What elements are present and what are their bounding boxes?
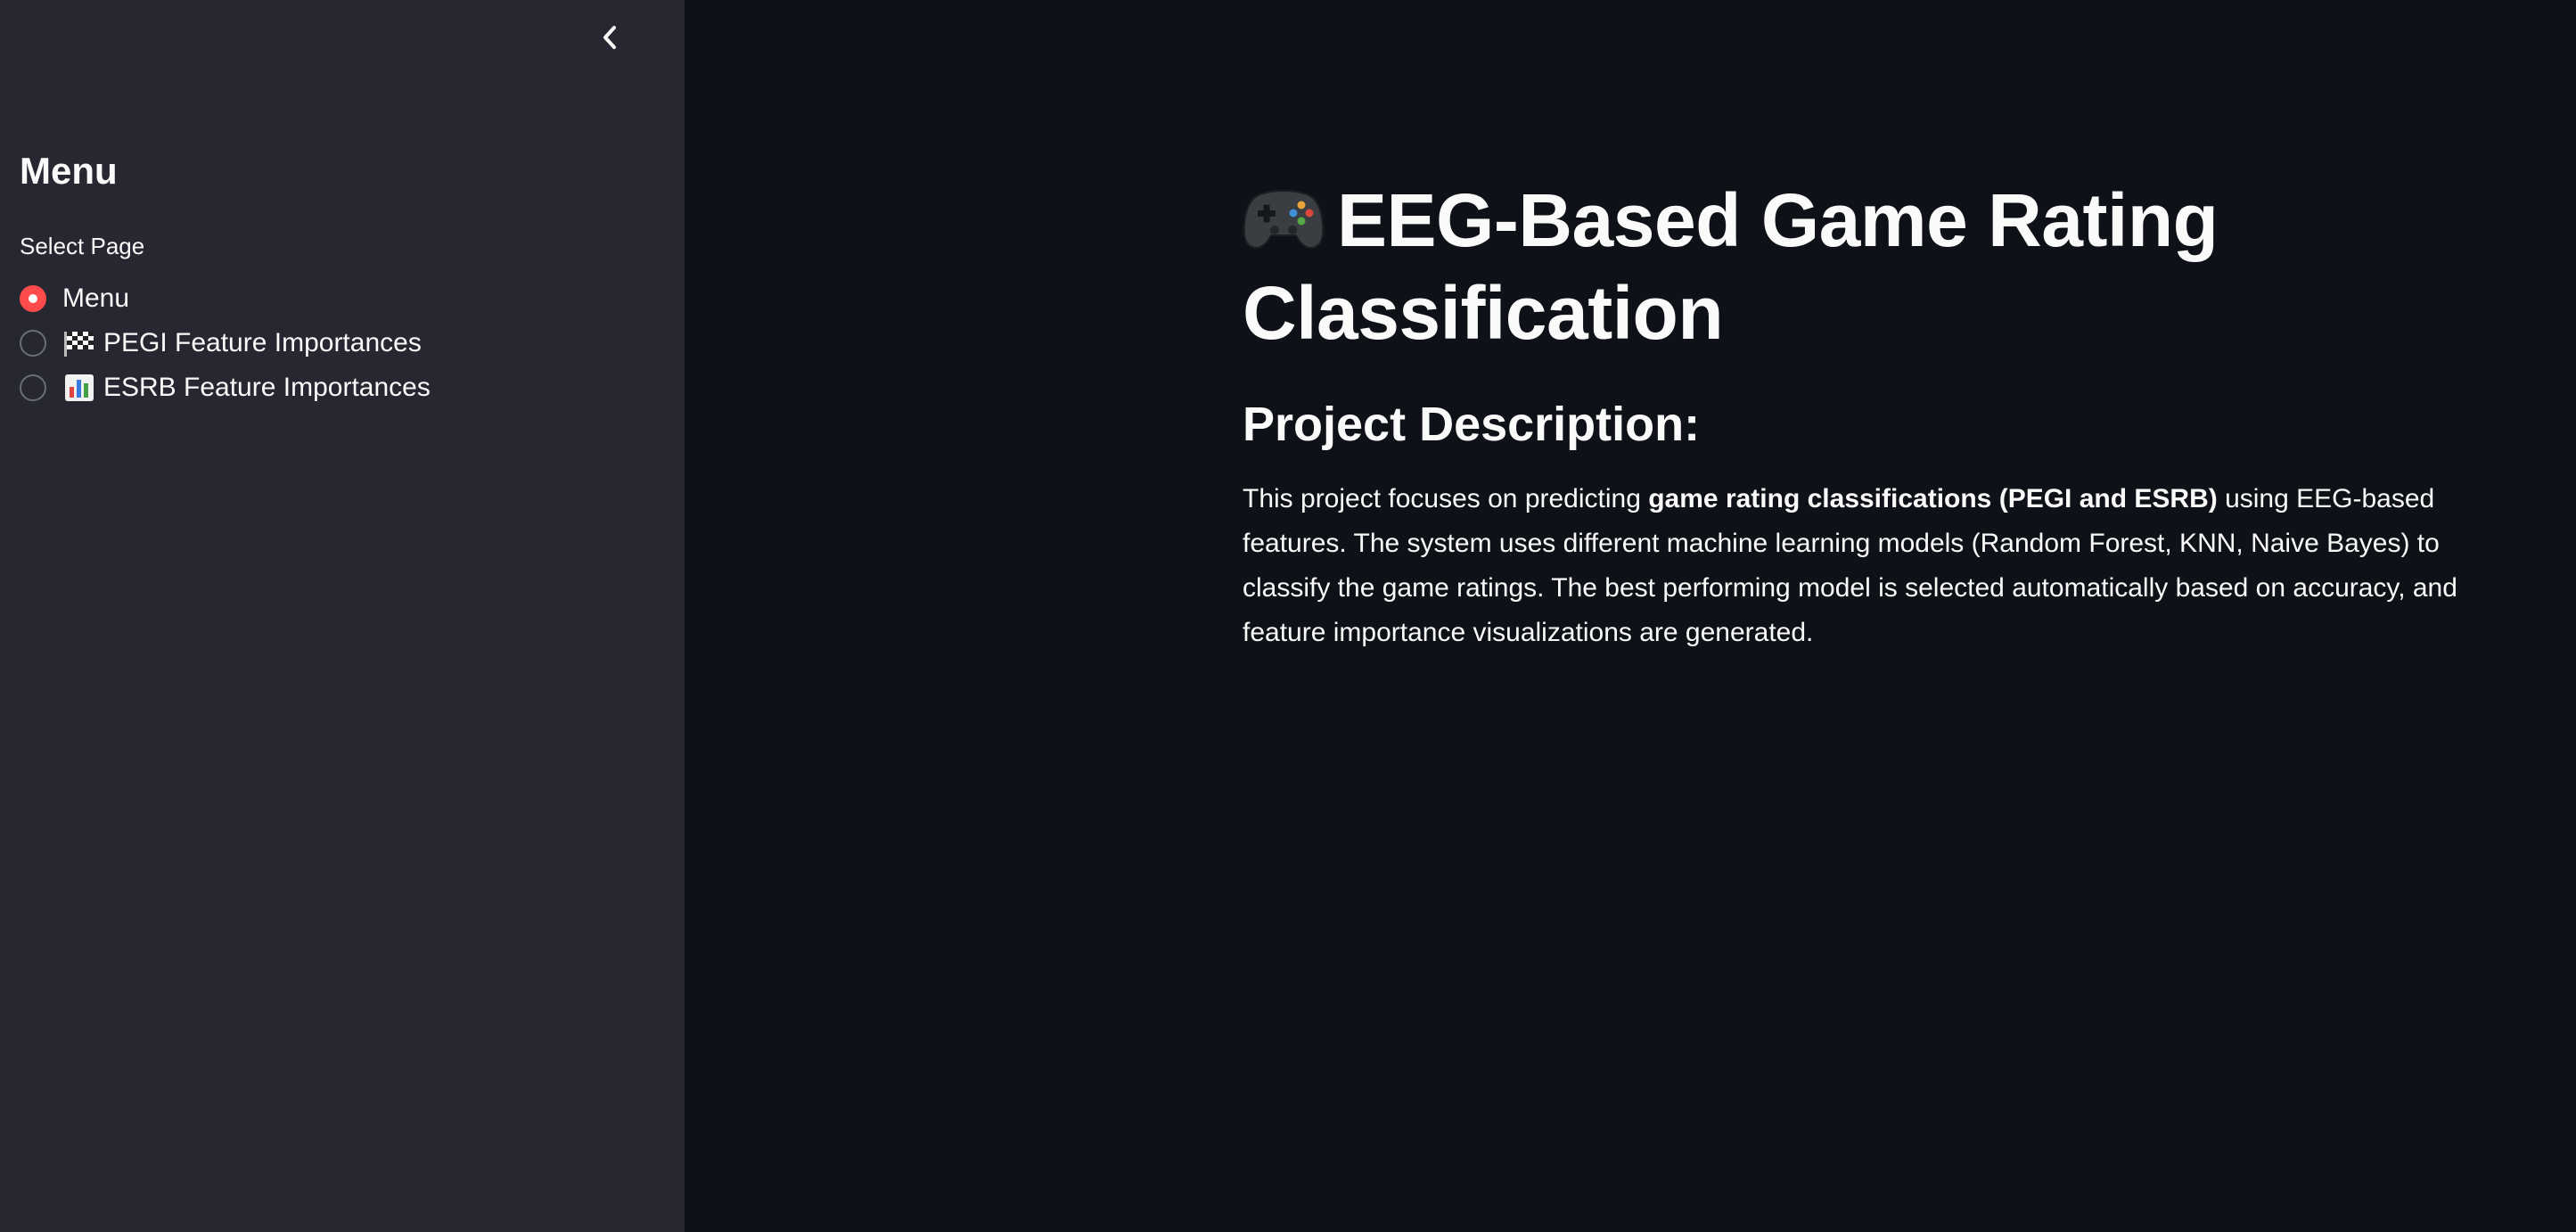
- project-description: This project focuses on predicting game …: [1243, 484, 2457, 647]
- page-radio-group: Menu PEGI Feature Importances ESRB Featu…: [20, 276, 431, 410]
- radio-option-label: PEGI Feature Importances: [62, 328, 422, 358]
- gamepad-icon: [1243, 190, 1325, 250]
- radio-button-checked[interactable]: [20, 285, 46, 312]
- radio-option-pegi[interactable]: PEGI Feature Importances: [20, 321, 431, 365]
- sidebar: Menu Select Page Menu PEGI Feature Impor…: [0, 0, 685, 1232]
- app-root: Menu Select Page Menu PEGI Feature Impor…: [0, 0, 2576, 1232]
- radio-option-label: Menu: [62, 283, 130, 313]
- description-bold: game rating classifications (PEGI and ES…: [1648, 484, 2218, 513]
- main-content: EEG-Based Game Rating Classification Pro…: [685, 0, 2576, 1232]
- radio-option-label: ESRB Feature Importances: [62, 373, 431, 403]
- collapse-sidebar-button[interactable]: [592, 20, 628, 55]
- radio-button[interactable]: [20, 330, 46, 357]
- section-heading: Project Description:: [1243, 398, 1701, 451]
- select-page-label: Select Page: [20, 233, 145, 259]
- sidebar-title: Menu: [20, 150, 118, 192]
- content-block: EEG-Based Game Rating Classification Pro…: [1243, 174, 2508, 655]
- radio-option-esrb[interactable]: ESRB Feature Importances: [20, 365, 431, 410]
- page-title-text: EEG-Based Game Rating Classification: [1243, 178, 2219, 355]
- page-title: EEG-Based Game Rating Classification: [1243, 174, 2508, 359]
- chevron-left-icon: [603, 26, 616, 49]
- radio-button[interactable]: [20, 374, 46, 401]
- checkered-flag-icon: [64, 332, 94, 357]
- bar-chart-icon: [65, 374, 94, 401]
- radio-option-menu[interactable]: Menu: [20, 276, 431, 321]
